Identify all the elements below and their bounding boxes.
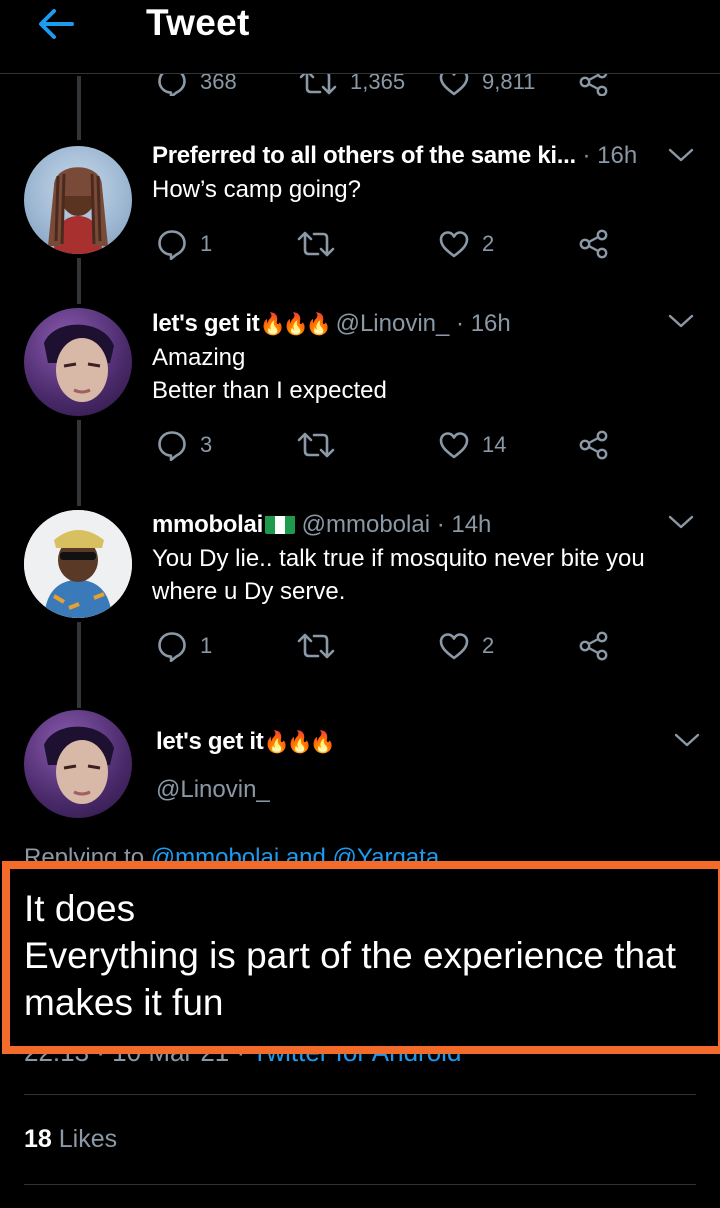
like-button[interactable]: 2 [438,630,494,662]
avatar-photo [44,324,114,402]
tweet-text: Amazing Better than I expected [152,344,387,404]
likes-label: Likes [58,1125,118,1153]
retweet-button[interactable] [296,630,336,662]
divider [24,1184,696,1185]
thread-line [77,622,81,708]
tweet-time: · 16h [456,310,511,337]
page-title: Tweet [146,2,250,43]
avatar[interactable] [24,308,132,416]
tweet-header: Preferred to all others of the same ki..… [152,141,637,171]
fire-emoji-badge: 🔥🔥🔥 [263,731,335,754]
tweet-header: mmobolai @mmobolai · 14h [152,510,491,540]
retweet-button[interactable] [296,228,336,260]
reply-button[interactable]: 3 [156,429,212,461]
chevron-down-icon[interactable] [667,512,695,532]
avatar-photo [44,726,114,804]
avatar[interactable] [24,146,132,254]
reply-icon [156,228,188,260]
tweet-time: · 16h [582,142,638,169]
tweet-text: How’s camp going? [152,176,362,203]
like-button[interactable]: 2 [438,228,494,260]
tweet-header: let's get it🔥🔥🔥 @Linovin_ · 16h [152,309,511,340]
reply-icon [156,429,188,461]
chevron-down-icon[interactable] [667,311,695,331]
avatar[interactable] [24,710,132,818]
like-count: 2 [482,231,495,256]
reply-button[interactable]: 1 [156,228,212,260]
user-handle[interactable]: @Linovin_ [336,310,450,337]
share-icon [578,228,610,260]
fire-emoji-badge: 🔥🔥🔥 [259,313,331,336]
tweet-time: · 14h [436,511,492,538]
thread-line [77,420,81,506]
thread-line [77,258,81,304]
tweet-text: It does Everything is part of the experi… [24,888,676,1023]
share-button[interactable] [578,630,610,662]
reply-count: 1 [200,633,213,658]
reply-count: 3 [200,432,213,457]
share-icon [578,630,610,662]
reply-icon [156,630,188,662]
back-button[interactable] [34,4,78,44]
avatar[interactable] [24,510,132,618]
heart-icon [438,429,470,461]
like-button[interactable]: 14 [438,429,506,461]
avatar-photo [48,167,108,254]
chevron-down-icon[interactable] [667,145,695,165]
retweet-icon [296,429,336,461]
retweet-icon [296,228,336,260]
retweet-button[interactable] [296,429,336,461]
chevron-down-icon[interactable] [673,730,701,750]
likes-count: 18 [24,1125,52,1153]
divider [24,1094,696,1095]
arrow-left-icon [39,9,74,39]
share-icon [578,429,610,461]
like-count: 2 [482,633,495,658]
share-button[interactable] [578,228,610,260]
user-handle[interactable]: @mmobolai [302,511,430,538]
likes-summary[interactable]: 18 Likes [24,1125,117,1154]
heart-icon [438,228,470,260]
share-button[interactable] [578,429,610,461]
tweet-header: let's get it🔥🔥🔥 [156,727,336,758]
heart-icon [438,630,470,662]
nigeria-flag-icon [264,514,295,534]
tweet-text: You Dy lie.. talk true if mosquito never… [152,545,645,605]
like-count: 14 [482,432,507,457]
display-name[interactable]: let's get it [156,728,264,755]
retweet-icon [296,630,336,662]
display-name[interactable]: Preferred to all others of the same ki..… [152,142,576,169]
display-name[interactable]: mmobolai [152,511,263,538]
app-header: Tweet [0,0,720,74]
avatar-photo [24,510,132,618]
user-handle[interactable]: @Linovin_ [156,775,270,805]
display-name[interactable]: let's get it [152,310,260,337]
reply-count: 1 [200,231,213,256]
reply-button[interactable]: 1 [156,630,212,662]
